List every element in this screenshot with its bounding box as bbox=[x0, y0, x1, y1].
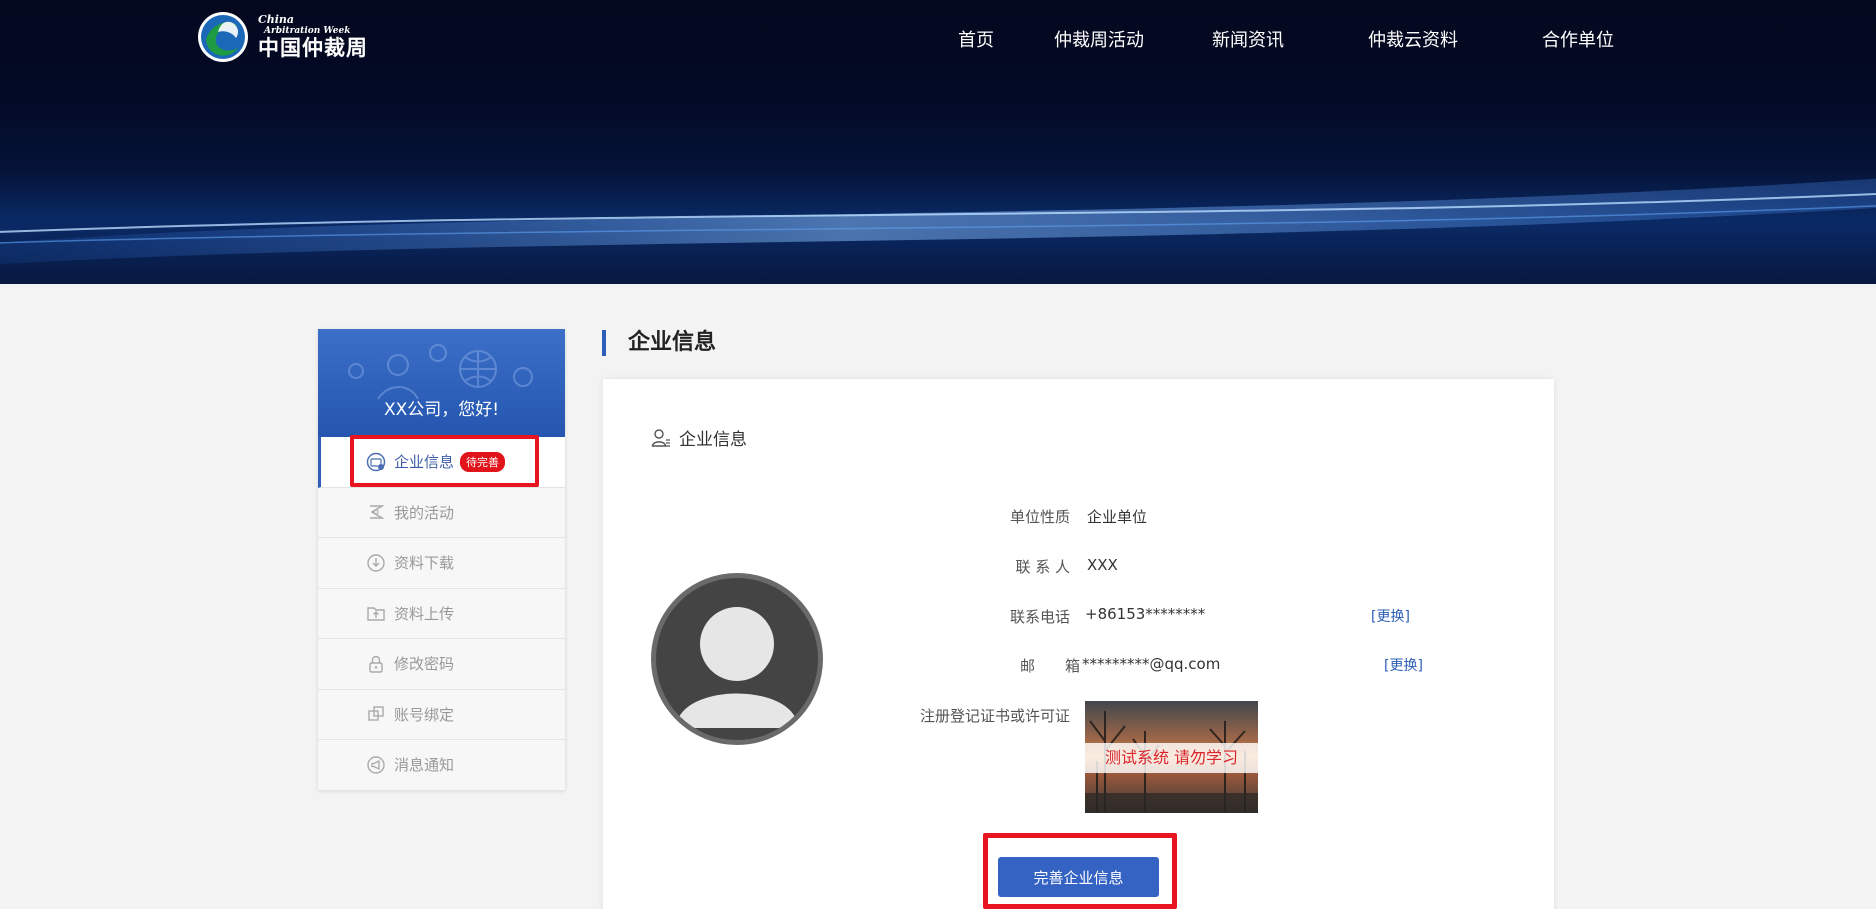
sidebar-item-change-password[interactable]: 修改密码 bbox=[318, 639, 565, 690]
sidebar-item-account-binding[interactable]: 账号绑定 bbox=[318, 690, 565, 740]
nav-cloud-materials[interactable]: 仲裁云资料 bbox=[1368, 26, 1458, 52]
logo-chinese-name: 中国仲裁周 bbox=[258, 35, 368, 60]
change-email-link[interactable]: [更换] bbox=[1384, 655, 1423, 675]
top-nav: 首页 仲裁周活动 新闻资讯 仲裁云资料 合作单位 bbox=[940, 26, 1614, 52]
sidebar-item-upload[interactable]: 资料上传 bbox=[318, 589, 565, 639]
sidebar-item-download[interactable]: 资料下载 bbox=[318, 538, 565, 589]
sidebar-item-my-activities[interactable]: 我的活动 bbox=[318, 488, 565, 538]
highlight-box-enterprise-info bbox=[350, 435, 539, 487]
email-label: 邮 箱 bbox=[1019, 657, 1080, 675]
upload-icon bbox=[367, 607, 385, 621]
sidebar-item-label: 账号绑定 bbox=[394, 705, 455, 724]
lock-icon bbox=[369, 655, 383, 673]
nav-activities[interactable]: 仲裁周活动 bbox=[1054, 26, 1144, 52]
card-title: 企业信息 bbox=[679, 430, 747, 450]
sidebar-item-label: 资料下载 bbox=[394, 554, 455, 573]
change-phone-link[interactable]: [更换] bbox=[1371, 606, 1410, 626]
header-banner: China Arbitration Week 中国仲裁周 首页 仲裁周活动 新闻… bbox=[0, 0, 1876, 284]
avatar[interactable] bbox=[651, 573, 823, 745]
logo-english-line1: China bbox=[258, 13, 295, 26]
nav-partners[interactable]: 合作单位 bbox=[1542, 26, 1614, 52]
sidebar-item-label: 我的活动 bbox=[394, 503, 455, 522]
sidebar-header: XX公司，您好! bbox=[318, 329, 565, 437]
unit-type-value: 企业单位 bbox=[1087, 508, 1148, 526]
sidebar-item-label: 消息通知 bbox=[394, 756, 455, 775]
phone-value: +86153******** bbox=[1085, 605, 1206, 623]
license-watermark: 测试系统 请勿学习 bbox=[1085, 743, 1258, 773]
card-header: 企业信息 bbox=[651, 425, 747, 450]
site-logo[interactable]: China Arbitration Week 中国仲裁周 bbox=[196, 10, 368, 64]
logo-emblem-icon bbox=[198, 12, 248, 62]
nav-news[interactable]: 新闻资讯 bbox=[1212, 26, 1284, 52]
highlight-box-complete-button bbox=[983, 833, 1177, 909]
license-label: 注册登记证书或许可证 bbox=[919, 707, 1070, 725]
user-profile-icon bbox=[651, 428, 670, 447]
nav-home[interactable]: 首页 bbox=[958, 26, 994, 52]
enterprise-info-card: 企业信息 单位性质 企业单位 联 系 人 XXX 联系电话 +86153****… bbox=[603, 379, 1554, 909]
activity-icon bbox=[370, 505, 385, 519]
contact-value: XXX bbox=[1087, 556, 1118, 574]
default-user-icon bbox=[676, 607, 798, 728]
link-icon bbox=[368, 706, 384, 721]
sidebar-item-notifications[interactable]: 消息通知 bbox=[318, 740, 565, 791]
page-title: 企业信息 bbox=[602, 330, 716, 356]
download-icon bbox=[367, 554, 385, 572]
sidebar-greeting: XX公司，您好! bbox=[383, 400, 500, 420]
license-image[interactable]: 测试系统 请勿学习 bbox=[1085, 701, 1258, 813]
unit-type-label: 单位性质 bbox=[1009, 508, 1070, 526]
sidebar-item-label: 修改密码 bbox=[394, 655, 455, 674]
user-sidebar: XX公司，您好! 企业信息 待完善 我的活动 资料下载 资料上传 修改密码 账号… bbox=[318, 329, 565, 791]
sidebar-item-label: 资料上传 bbox=[394, 604, 455, 623]
contact-label: 联 系 人 bbox=[1015, 558, 1070, 576]
phone-label: 联系电话 bbox=[1009, 608, 1070, 626]
sidebar-header-pattern bbox=[348, 344, 533, 400]
email-value: *********@qq.com bbox=[1082, 655, 1221, 673]
megaphone-icon bbox=[367, 756, 385, 774]
